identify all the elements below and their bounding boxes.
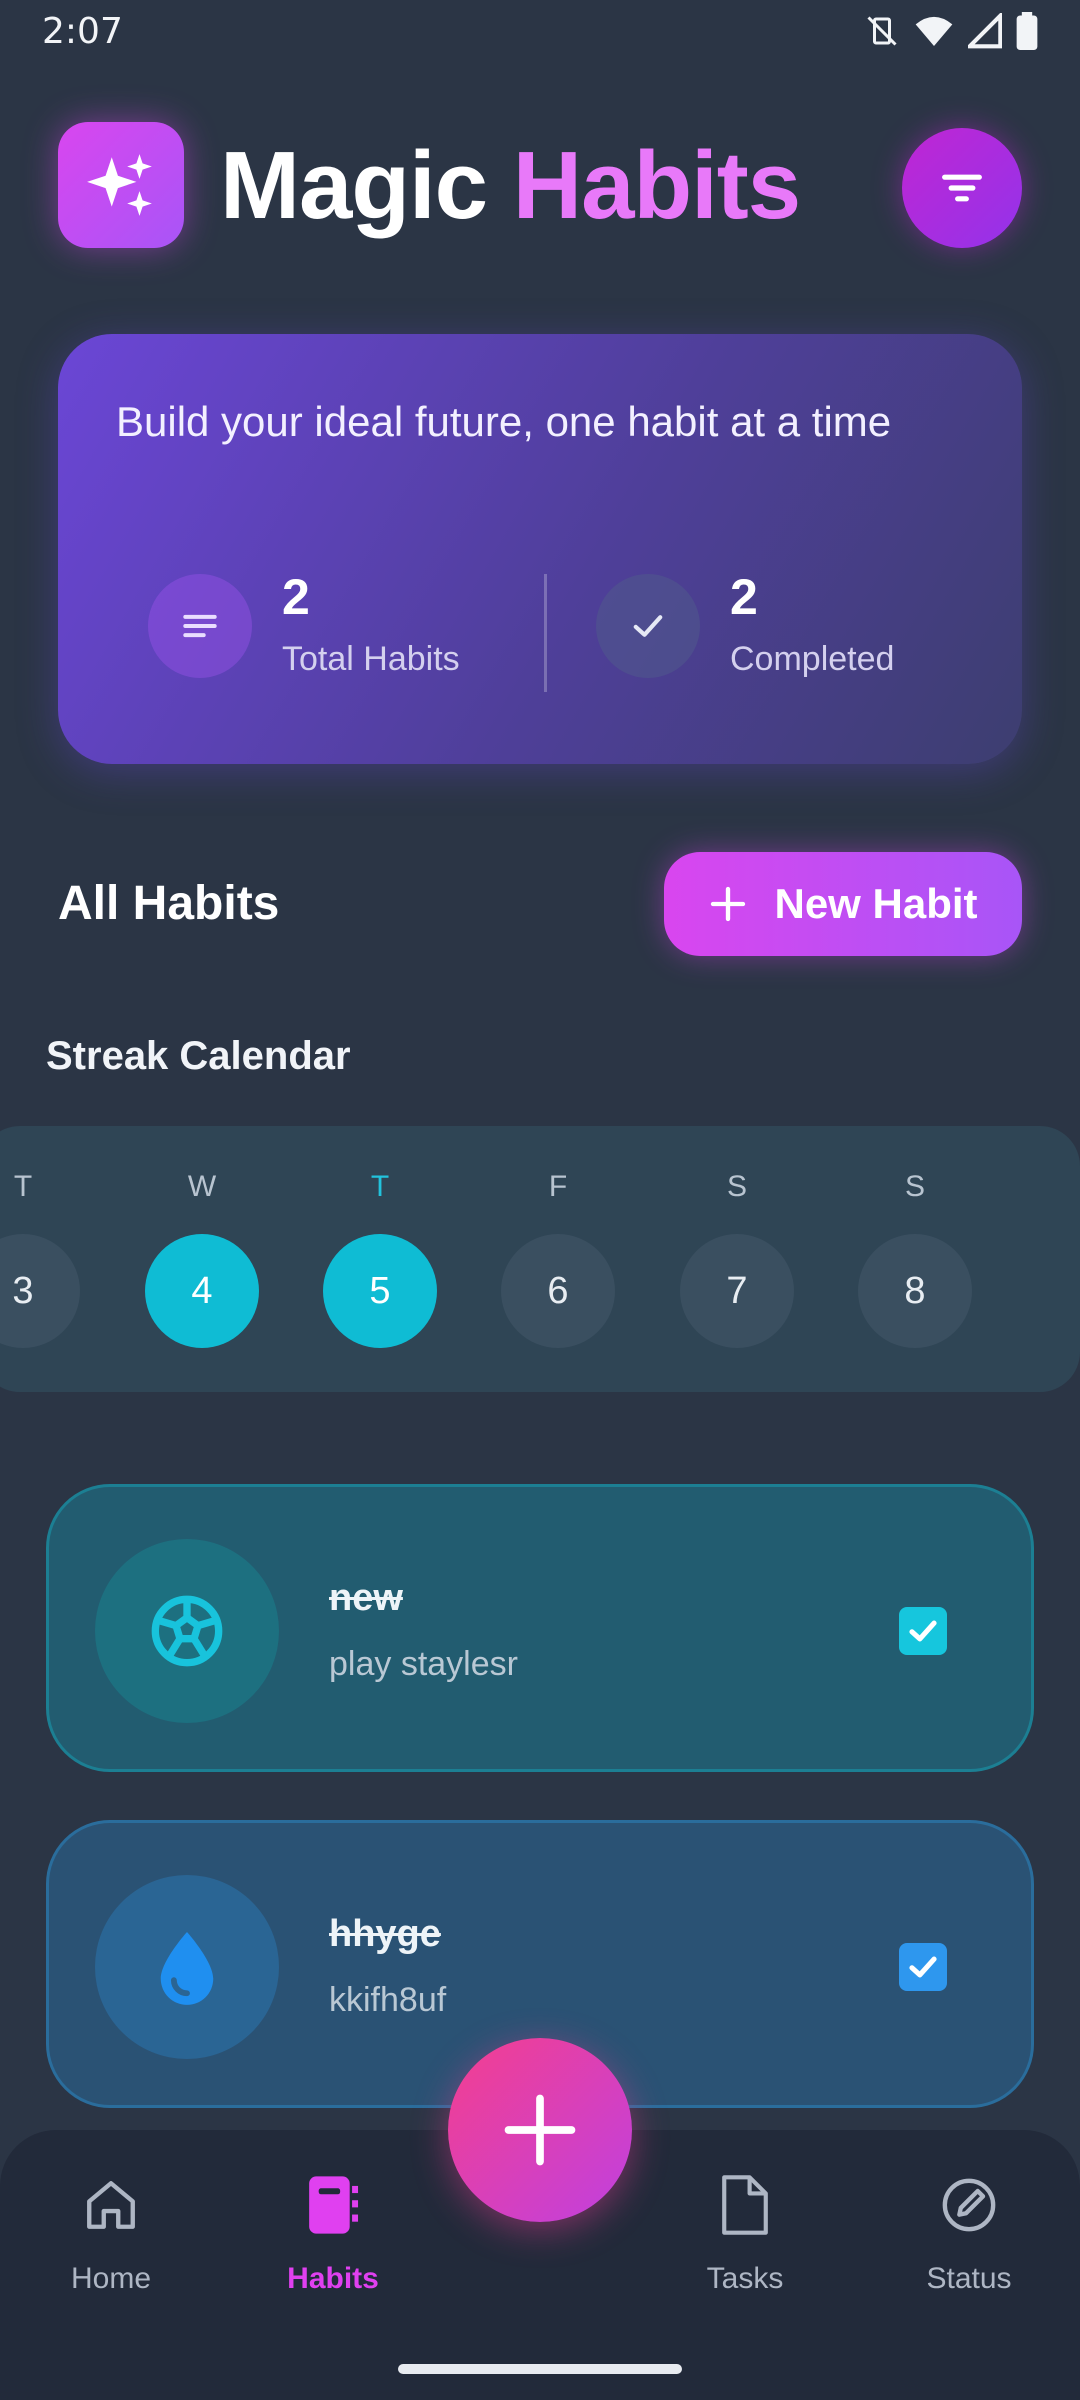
calendar-day[interactable]: S 7 (677, 1126, 797, 1392)
habit-card[interactable]: new play staylesr (46, 1484, 1034, 1772)
calendar-day[interactable]: F 6 (498, 1126, 618, 1392)
stat-divider (544, 574, 547, 692)
vibrate-off-icon (867, 16, 897, 46)
check-icon (909, 1620, 937, 1642)
stat-label: Total Habits (282, 640, 460, 678)
nav-habits[interactable]: Habits (253, 2170, 413, 2320)
day-letter: W (187, 1170, 217, 1203)
stat-label: Completed (730, 640, 895, 678)
nav-status[interactable]: Status (889, 2170, 1049, 2320)
habit-name: hhyge (329, 1913, 441, 1955)
new-habit-label: New Habit (774, 880, 978, 927)
nav-home[interactable]: Home (31, 2170, 191, 2320)
nav-label: Status (926, 2262, 1012, 2295)
soccer-ball-icon (95, 1539, 279, 1723)
file-icon (665, 2170, 825, 2240)
app-logo (58, 122, 184, 248)
home-indicator[interactable] (398, 2364, 682, 2374)
new-habit-button[interactable]: New Habit (664, 852, 1022, 956)
status-time: 2:07 (42, 10, 123, 52)
streak-calendar: T 3 W 4 T 5 F 6 S 7 S 8 (0, 1126, 1080, 1392)
day-number: 3 (0, 1234, 80, 1348)
nav-label: Habits (287, 2262, 379, 2295)
habit-description: kkifh8uf (329, 1981, 447, 2019)
calendar-day-today[interactable]: T 5 (320, 1126, 440, 1392)
filter-button[interactable] (902, 128, 1022, 248)
status-icons (864, 12, 1038, 50)
check-icon (596, 574, 700, 678)
nav-label: Tasks (706, 2262, 784, 2295)
edit-icon (889, 2170, 1049, 2240)
water-drop-icon (95, 1875, 279, 2059)
habit-checkbox[interactable] (899, 1943, 947, 1991)
check-icon (909, 1956, 937, 1978)
day-letter: T (13, 1170, 33, 1203)
day-number: 4 (145, 1234, 259, 1348)
signal-icon (968, 13, 1002, 49)
calendar-day[interactable]: T 3 (0, 1126, 83, 1392)
habit-name: new (329, 1577, 403, 1619)
notebook-icon (253, 2170, 413, 2240)
add-habit-fab[interactable] (448, 2038, 632, 2222)
app-header: Magic Habits (58, 122, 1022, 250)
wifi-icon (915, 16, 953, 46)
app-title-word2: Habits (512, 132, 801, 239)
status-bar: 2:07 (0, 0, 1080, 62)
day-number: 5 (323, 1234, 437, 1348)
app-title: Magic Habits (220, 128, 801, 244)
day-letter: T (370, 1170, 390, 1203)
day-letter: F (548, 1170, 568, 1203)
stat-value: 2 (282, 569, 310, 625)
home-icon (31, 2170, 191, 2240)
habit-description: play staylesr (329, 1645, 518, 1683)
nav-tasks[interactable]: Tasks (665, 2170, 825, 2320)
list-icon (148, 574, 252, 678)
summary-card: Build your ideal future, one habit at a … (58, 334, 1022, 764)
section-title: All Habits (58, 877, 280, 930)
plus-icon (504, 2094, 576, 2166)
calendar-day[interactable]: S 8 (855, 1126, 975, 1392)
battery-icon (1016, 12, 1038, 50)
day-letter: S (904, 1170, 925, 1203)
calendar-day[interactable]: W 4 (142, 1126, 262, 1392)
sparkles-icon (87, 154, 152, 216)
day-number: 8 (858, 1234, 972, 1348)
filter-icon (942, 174, 982, 202)
stat-value: 2 (730, 569, 758, 625)
habit-checkbox[interactable] (899, 1607, 947, 1655)
nav-label: Home (70, 2262, 152, 2295)
calendar-title: Streak Calendar (46, 1034, 351, 1078)
plus-icon (711, 886, 746, 922)
day-letter: S (726, 1170, 747, 1203)
app-title-word1: Magic (220, 132, 488, 239)
day-number: 7 (680, 1234, 794, 1348)
day-number: 6 (501, 1234, 615, 1348)
hero-tagline: Build your ideal future, one habit at a … (116, 398, 892, 445)
